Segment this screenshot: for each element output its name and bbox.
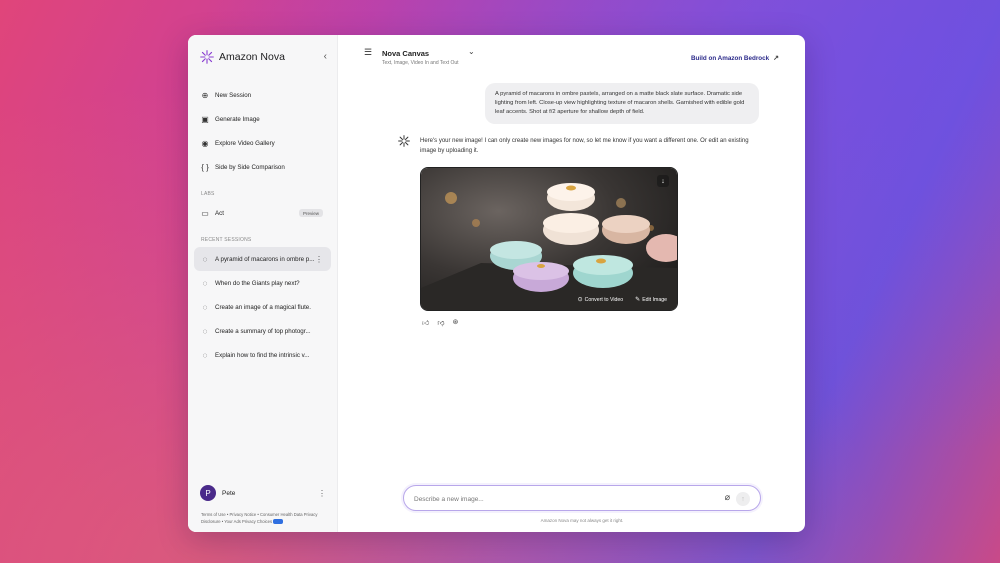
session-label: A pyramid of macarons in ombre p... bbox=[215, 255, 315, 263]
convert-label: Convert to Video bbox=[584, 296, 624, 303]
recent-session-item[interactable]: ◌ Create a summary of top photogr... bbox=[194, 319, 331, 343]
feedback-actions: 👍︎ 👎︎ ⊛ bbox=[422, 318, 458, 327]
brand-name: Amazon Nova bbox=[219, 51, 285, 63]
chevron-down-icon[interactable]: ⌄ bbox=[468, 47, 475, 56]
chat-bubble-icon: ◌ bbox=[202, 302, 208, 312]
session-options-icon[interactable]: ⋮ bbox=[315, 255, 323, 264]
nav-label: Act bbox=[215, 209, 224, 217]
nova-assistant-icon bbox=[398, 135, 410, 147]
generated-image[interactable]: ↓ ⊙ Convert to Video ✎ Edit Image bbox=[420, 167, 678, 311]
external-link-icon: ↗ bbox=[773, 55, 779, 62]
user-message: A pyramid of macarons in ombre pastels, … bbox=[485, 83, 759, 124]
nav-label: Generate Image bbox=[215, 115, 260, 123]
main-nav: ⊕ New Session ▣ Generate Image ◉ Explore… bbox=[194, 83, 331, 179]
braces-icon: { } bbox=[201, 162, 209, 172]
session-label: Create a summary of top photogr... bbox=[215, 327, 311, 335]
session-label: Explain how to find the intrinsic v... bbox=[215, 351, 310, 359]
recent-session-item[interactable]: ◌ Explain how to find the intrinsic v... bbox=[194, 343, 331, 367]
disclaimer: Amazon Nova may not always get it right. bbox=[540, 518, 624, 523]
attach-icon[interactable]: ⌀ bbox=[725, 492, 730, 503]
nova-logo-icon bbox=[200, 50, 214, 64]
preview-badge: Preview bbox=[298, 209, 323, 217]
nav-act[interactable]: ▭ Act Preview bbox=[194, 201, 331, 225]
copy-icon[interactable]: ⊛ bbox=[452, 318, 458, 327]
recent-session-item[interactable]: ◌ A pyramid of macarons in ombre p... ⋮ bbox=[194, 247, 331, 271]
browser-icon: ▭ bbox=[201, 208, 209, 218]
convert-to-video-button[interactable]: ⊙ Convert to Video bbox=[577, 296, 624, 304]
labs-section-label: LABS bbox=[201, 191, 215, 197]
thumbs-down-icon[interactable]: 👎︎ bbox=[437, 318, 444, 327]
top-bar: ☰ Nova Canvas Text, Image, Video In and … bbox=[338, 35, 805, 79]
video-icon: ◉ bbox=[201, 138, 209, 148]
session-label: Create an image of a magical flute. bbox=[215, 303, 311, 311]
chevron-left-icon[interactable]: ‹ bbox=[324, 51, 327, 62]
bedrock-link[interactable]: Build on Amazon Bedrock ↗ bbox=[690, 54, 779, 63]
video-convert-icon: ⊙ bbox=[577, 297, 583, 303]
main-panel: ☰ Nova Canvas Text, Image, Video In and … bbox=[338, 35, 805, 532]
download-icon[interactable]: ↓ bbox=[657, 175, 669, 187]
nav-generate-image[interactable]: ▣ Generate Image bbox=[194, 107, 331, 131]
user-profile[interactable]: P Pete ⋮ bbox=[200, 485, 326, 501]
recent-session-item[interactable]: ◌ Create an image of a magical flute. bbox=[194, 295, 331, 319]
edit-image-button[interactable]: ✎ Edit Image bbox=[635, 296, 667, 304]
nav-new-session[interactable]: ⊕ New Session bbox=[194, 83, 331, 107]
recent-sessions-label: RECENT SESSIONS bbox=[201, 237, 252, 243]
app-window: Amazon Nova ‹ ⊕ New Session ▣ Generate I… bbox=[188, 35, 805, 532]
image-actions: ⊙ Convert to Video ✎ Edit Image bbox=[577, 296, 667, 304]
brand[interactable]: Amazon Nova bbox=[194, 35, 331, 79]
nav-side-by-side[interactable]: { } Side by Side Comparison bbox=[194, 155, 331, 179]
user-menu-icon[interactable]: ⋮ bbox=[318, 489, 326, 498]
bedrock-link-label: Build on Amazon Bedrock bbox=[690, 54, 770, 62]
chat-bubble-icon: ◌ bbox=[202, 326, 208, 336]
send-icon[interactable]: ↑ bbox=[736, 492, 750, 506]
macaron-image bbox=[421, 168, 677, 310]
model-selector[interactable]: Nova Canvas bbox=[382, 49, 429, 58]
model-description: Text, Image, Video In and Text Out bbox=[382, 60, 459, 66]
nav-label: New Session bbox=[215, 91, 252, 99]
prompt-input[interactable] bbox=[414, 492, 704, 506]
edit-icon: ✎ bbox=[635, 297, 641, 303]
sidebar: Amazon Nova ‹ ⊕ New Session ▣ Generate I… bbox=[188, 35, 338, 532]
privacy-choices-icon bbox=[273, 518, 284, 524]
nav-label: Side by Side Comparison bbox=[215, 163, 285, 171]
new-session-icon: ⊕ bbox=[201, 90, 209, 100]
user-name: Pete bbox=[222, 489, 236, 497]
nav-label: Explore Video Gallery bbox=[215, 139, 275, 147]
avatar: P bbox=[200, 485, 216, 501]
prompt-composer: ⌀ ↑ bbox=[403, 485, 761, 511]
image-icon: ▣ bbox=[201, 114, 209, 124]
chat-bubble-icon: ◌ bbox=[202, 278, 208, 288]
settings-sliders-icon[interactable]: ☰ bbox=[364, 47, 372, 58]
chat-bubble-icon: ◌ bbox=[202, 254, 208, 264]
nav-explore-video-gallery[interactable]: ◉ Explore Video Gallery bbox=[194, 131, 331, 155]
session-label: When do the Giants play next? bbox=[215, 279, 300, 287]
thumbs-up-icon[interactable]: 👍︎ bbox=[422, 318, 429, 327]
assistant-message: Here's your new image! I can only create… bbox=[420, 138, 749, 154]
recent-session-item[interactable]: ◌ When do the Giants play next? bbox=[194, 271, 331, 295]
footer-links[interactable]: Terms of Use • Privacy Notice • Consumer… bbox=[201, 512, 331, 525]
chat-bubble-icon: ◌ bbox=[202, 350, 208, 360]
edit-label: Edit Image bbox=[642, 296, 667, 303]
footer-links-text[interactable]: Terms of Use • Privacy Notice • Consumer… bbox=[201, 512, 318, 524]
